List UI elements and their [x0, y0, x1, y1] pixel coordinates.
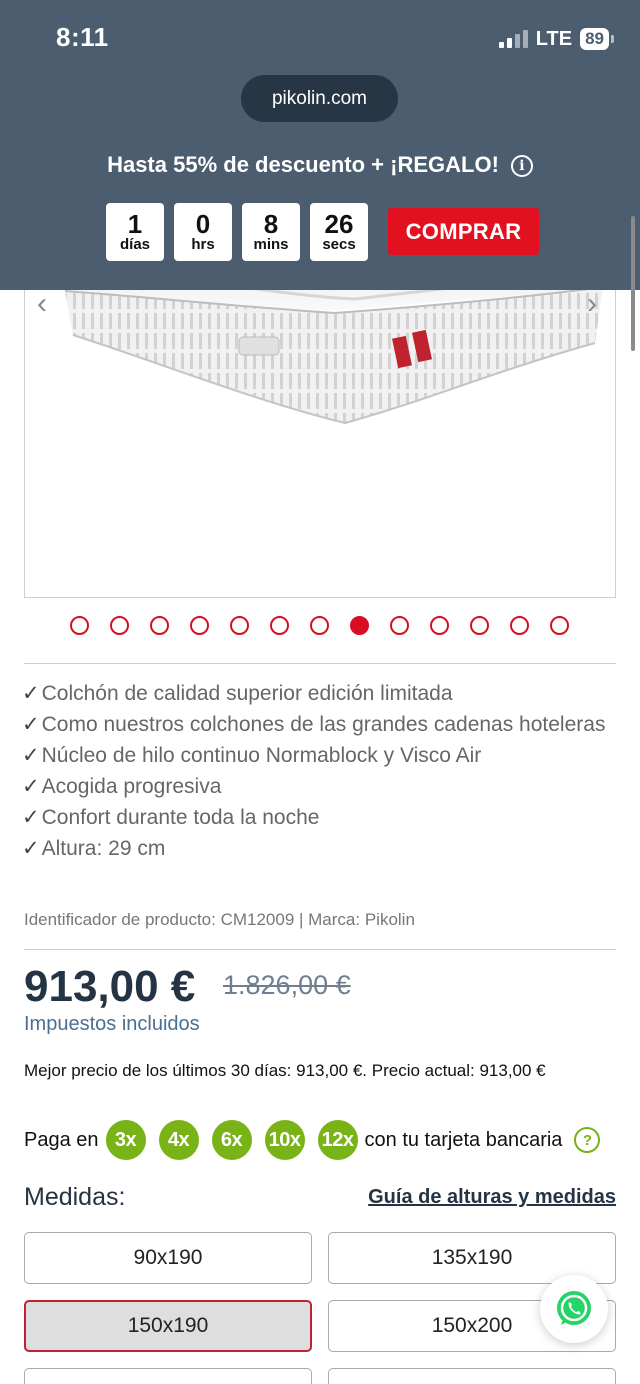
status-indicators: LTE 89 [498, 26, 614, 52]
product-gallery[interactable]: ‹ › [24, 250, 616, 598]
whatsapp-button[interactable] [540, 1275, 608, 1343]
carousel-dot[interactable] [230, 616, 249, 635]
carousel-dot[interactable] [270, 616, 289, 635]
check-icon: ✓ [22, 682, 40, 705]
carousel-dot[interactable] [70, 616, 89, 635]
carousel-dots [70, 616, 569, 635]
installment-badge-10x[interactable]: 10x [264, 1120, 305, 1160]
size-option-90x190[interactable]: 90x190 [24, 1232, 312, 1284]
carousel-dot[interactable] [150, 616, 169, 635]
buy-button[interactable]: COMPRAR [388, 208, 539, 255]
mattress-image [61, 251, 605, 425]
help-icon[interactable]: ? [574, 1127, 601, 1153]
promo-banner: Hasta 55% de descuento + ¡REGALO! i [0, 152, 640, 178]
countdown-hours: 0 hrs [174, 203, 232, 261]
whatsapp-icon [557, 1291, 591, 1325]
carousel-dot[interactable] [110, 616, 129, 635]
feature-item: ✓Colchón de calidad superior edición lim… [22, 678, 616, 709]
carousel-dot[interactable] [350, 616, 369, 635]
signal-icon [498, 30, 528, 48]
check-icon: ✓ [22, 806, 40, 829]
carousel-dot[interactable] [310, 616, 329, 635]
financing-row: Paga en 3x 4x 6x 10x 12x con tu tarjeta … [24, 1118, 601, 1162]
carousel-dot[interactable] [390, 616, 409, 635]
status-bar: 8:11 LTE 89 [0, 0, 640, 76]
feature-item: ✓Como nuestros colchones de las grandes … [22, 709, 616, 740]
status-time: 8:11 [56, 22, 109, 52]
feature-text: Núcleo de hilo continuo Normablock y Vis… [41, 744, 482, 767]
check-icon: ✓ [22, 713, 40, 736]
best-price-note: Mejor precio de los últimos 30 días: 913… [24, 1061, 546, 1080]
countdown-minutes: 8 mins [242, 203, 300, 261]
battery-icon: 89 [580, 28, 614, 50]
feature-item: ✓Confort durante toda la noche [22, 802, 616, 833]
financing-suffix: con tu tarjeta bancaria [364, 1128, 563, 1151]
carousel-dot[interactable] [550, 616, 569, 635]
info-icon[interactable]: i [510, 155, 533, 177]
divider [24, 949, 616, 950]
chevron-left-icon[interactable]: ‹ [37, 287, 47, 321]
carousel-dot[interactable] [510, 616, 529, 635]
chevron-right-icon[interactable]: › [587, 287, 597, 321]
original-price: 1.826,00 € [223, 970, 351, 1000]
taxes-note: Impuestos incluidos [24, 1013, 200, 1035]
installment-badge-6x[interactable]: 6x [211, 1120, 252, 1160]
sizes-title: Medidas: [24, 1183, 126, 1211]
feature-text: Acogida progresiva [41, 775, 222, 798]
installment-badge-4x[interactable]: 4x [158, 1120, 199, 1160]
feature-item: ✓Acogida progresiva [22, 771, 616, 802]
feature-item: ✓Núcleo de hilo continuo Normablock y Vi… [22, 740, 616, 771]
feature-text: Altura: 29 cm [41, 837, 166, 860]
financing-prefix: Paga en [24, 1128, 99, 1151]
size-option-next[interactable] [24, 1368, 312, 1384]
feature-text: Como nuestros colchones de las grandes c… [41, 713, 606, 736]
size-option-150x190[interactable]: 150x190 [24, 1300, 312, 1352]
carousel-dot[interactable] [190, 616, 209, 635]
carousel-dot[interactable] [430, 616, 449, 635]
feature-text: Colchón de calidad superior edición limi… [41, 682, 453, 705]
size-option-next[interactable] [328, 1368, 616, 1384]
scrollbar[interactable] [631, 216, 635, 351]
network-label: LTE [535, 27, 573, 50]
check-icon: ✓ [22, 775, 40, 798]
installment-badge-12x[interactable]: 12x [317, 1120, 358, 1160]
promo-text: Hasta 55% de descuento + ¡REGALO! [107, 152, 499, 177]
url-bar[interactable]: pikolin.com [241, 75, 398, 122]
divider [24, 663, 616, 664]
installment-badge-3x[interactable]: 3x [105, 1120, 146, 1160]
feature-item: ✓Altura: 29 cm [22, 833, 616, 864]
current-price: 913,00 € [24, 962, 196, 1011]
countdown-seconds: 26 secs [310, 203, 368, 261]
battery-level: 89 [580, 28, 609, 50]
carousel-dot[interactable] [470, 616, 489, 635]
countdown-days: 1 días [106, 203, 164, 261]
check-icon: ✓ [22, 744, 40, 767]
promo-header: 8:11 LTE 89 pikolin.com Hasta 55% de des… [0, 0, 640, 290]
feature-text: Confort durante toda la noche [41, 806, 320, 829]
check-icon: ✓ [22, 837, 40, 860]
product-identifier: Identificador de producto: CM12009 | Mar… [24, 910, 415, 929]
feature-list: ✓Colchón de calidad superior edición lim… [22, 678, 616, 864]
countdown-timer: 1 días 0 hrs 8 mins 26 secs [106, 203, 368, 261]
size-guide-link[interactable]: Guía de alturas y medidas [368, 1186, 616, 1209]
